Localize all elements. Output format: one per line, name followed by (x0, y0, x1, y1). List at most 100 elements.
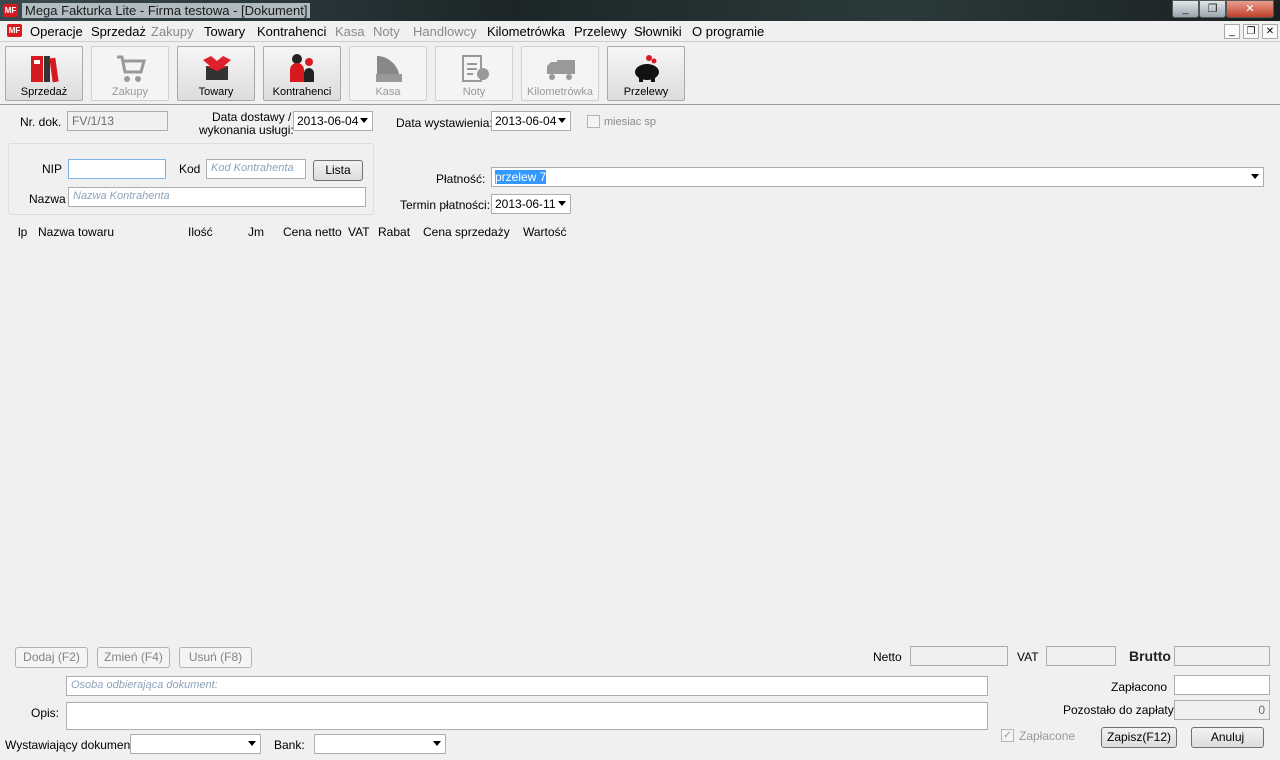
window-title: Mega Fakturka Lite - Firma testowa - [Do… (22, 3, 311, 18)
col-cena-sprzedazy[interactable]: Cena sprzedaży (423, 225, 510, 239)
menu-noty[interactable]: Noty (373, 24, 400, 39)
cart-icon (117, 55, 146, 82)
minimize-button[interactable]: _ (1172, 0, 1199, 18)
clipboard-icon (462, 55, 489, 82)
chevron-down-icon (248, 741, 256, 746)
piggy-bank-icon (635, 55, 659, 82)
kod-label: Kod (179, 162, 201, 176)
miesiac-sp-label: miesiac sp (604, 116, 656, 128)
anuluj-button[interactable]: Anuluj (1191, 727, 1264, 748)
data-dostawy-label: Data dostawy / (212, 110, 292, 124)
dodaj-button[interactable]: Dodaj (F2) (15, 647, 88, 668)
chevron-down-icon (1251, 174, 1259, 179)
toolbar-zakupy[interactable]: Zakupy (91, 46, 169, 101)
nazwa-input[interactable]: Nazwa Kontrahenta (68, 187, 366, 207)
col-wartosc[interactable]: Wartość (523, 225, 567, 239)
nr-dok-field: FV/1/13 (67, 111, 168, 131)
toolbar-kontrahenci[interactable]: Kontrahenci (263, 46, 341, 101)
col-ilosc[interactable]: Ilość (188, 225, 213, 239)
nip-input[interactable] (68, 159, 166, 179)
col-rabat[interactable]: Rabat (378, 225, 410, 239)
bank-select[interactable] (314, 734, 446, 754)
cash-register-icon (376, 56, 402, 82)
wystawiajacy-select[interactable] (130, 734, 261, 754)
close-button[interactable]: ✕ (1226, 0, 1274, 18)
zaplacone-label: Zapłacone (1019, 729, 1076, 743)
bank-label: Bank: (274, 738, 305, 752)
nazwa-label: Nazwa (29, 192, 66, 206)
zaplacono-label: Zapłacono (1111, 680, 1168, 694)
data-wystawienia-label: Data wystawienia: (396, 116, 493, 130)
menu-towary[interactable]: Towary (204, 24, 245, 39)
binders-icon (31, 56, 59, 83)
usun-button[interactable]: Usuń (F8) (179, 647, 252, 668)
osoba-odbierajaca-input[interactable]: Osoba odbierająca dokument: (66, 676, 988, 696)
miesiac-sp-checkbox[interactable] (587, 115, 600, 128)
title-bar: MF Mega Fakturka Lite - Firma testowa - … (0, 0, 1280, 21)
nip-label: NIP (42, 162, 63, 176)
data-dostawy-label-2: wykonania usługi: (199, 123, 294, 137)
menu-operacje[interactable]: Operacje (30, 24, 83, 39)
menu-bar: MF Operacje Sprzedaż Zakupy Towary Kontr… (0, 21, 1280, 42)
chevron-down-icon (360, 118, 368, 123)
chevron-down-icon (433, 741, 441, 746)
mdi-minimize-button[interactable]: _ (1224, 24, 1240, 39)
kod-input[interactable]: Kod Kontrahenta (206, 159, 306, 179)
menu-o-programie[interactable]: O programie (692, 24, 764, 39)
mdi-logo-icon: MF (7, 24, 22, 37)
zmien-button[interactable]: Zmień (F4) (97, 647, 170, 668)
platnosc-select[interactable]: przelew 7 (491, 167, 1264, 187)
col-lp[interactable]: lp (18, 225, 27, 239)
mdi-close-button[interactable]: ✕ (1262, 24, 1278, 39)
nr-dok-label: Nr. dok. (20, 115, 62, 129)
termin-label: Termin płatności: (400, 198, 491, 212)
menu-kilometrowka[interactable]: Kilometrówka (487, 24, 565, 39)
col-cena-netto[interactable]: Cena netto (283, 225, 342, 239)
menu-zakupy[interactable]: Zakupy (151, 24, 194, 39)
menu-sprzedaz[interactable]: Sprzedaż (91, 24, 146, 39)
lista-button[interactable]: Lista (313, 160, 363, 181)
vat-label: VAT (1017, 650, 1039, 664)
chevron-down-icon (558, 118, 566, 123)
menu-handlowcy[interactable]: Handlowcy (413, 24, 477, 39)
netto-label: Netto (873, 650, 902, 664)
people-icon (290, 54, 314, 82)
col-nazwa[interactable]: Nazwa towaru (38, 225, 114, 239)
box-icon (203, 56, 231, 80)
opis-input[interactable] (66, 702, 988, 730)
toolbar-kilometrowka[interactable]: Kilometrówka (521, 46, 599, 101)
toolbar-kasa[interactable]: Kasa (349, 46, 427, 101)
truck-icon (547, 60, 575, 80)
toolbar-przelewy[interactable]: Przelewy (607, 46, 685, 101)
zaplacone-checkbox[interactable]: ✓ (1001, 729, 1014, 742)
data-dostawy-picker[interactable]: 2013-06-04 (293, 111, 373, 131)
toolbar-towary[interactable]: Towary (177, 46, 255, 101)
app-logo: MF (3, 4, 18, 17)
pozostalo-label: Pozostało do zapłaty (1063, 703, 1174, 717)
menu-kasa[interactable]: Kasa (335, 24, 365, 39)
vat-field (1046, 646, 1116, 666)
zaplacono-input[interactable] (1174, 675, 1270, 695)
wystawiajacy-label: Wystawiający dokument (5, 738, 134, 752)
netto-field (910, 646, 1008, 666)
data-wystawienia-picker[interactable]: 2013-06-04 (491, 111, 571, 131)
col-vat[interactable]: VAT (348, 225, 370, 239)
brutto-field (1174, 646, 1270, 666)
platnosc-label: Płatność: (436, 172, 486, 186)
menu-kontrahenci[interactable]: Kontrahenci (257, 24, 326, 39)
menu-slowniki[interactable]: Słowniki (634, 24, 682, 39)
termin-picker[interactable]: 2013-06-11 (491, 194, 571, 214)
toolbar-separator (0, 104, 1280, 105)
opis-label: Opis: (31, 706, 60, 720)
pozostalo-field: 0 (1174, 700, 1270, 720)
mdi-restore-button[interactable]: ❐ (1243, 24, 1259, 39)
col-jm[interactable]: Jm (248, 225, 264, 239)
toolbar-sprzedaz[interactable]: Sprzedaż (5, 46, 83, 101)
zapisz-button[interactable]: Zapisz(F12) (1101, 727, 1177, 748)
menu-przelewy[interactable]: Przelewy (574, 24, 627, 39)
brutto-label: Brutto (1129, 648, 1171, 664)
chevron-down-icon (558, 201, 566, 206)
maximize-button[interactable]: ❐ (1199, 0, 1226, 18)
toolbar-noty[interactable]: Noty (435, 46, 513, 101)
items-table-body[interactable] (2, 242, 1278, 642)
